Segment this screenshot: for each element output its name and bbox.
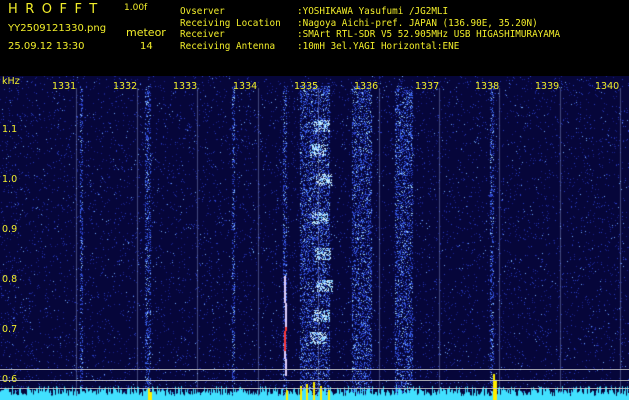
station-info: Ovserver :YOSHIKAWA Yasufumi /JG2MLI Rece… [180,6,560,52]
date-time: 25.09.12 13:30 [8,41,85,52]
reference-line [0,388,629,389]
meteor-label: meteor [126,26,166,39]
file-name: YY2509121330.png [8,23,107,34]
x-tick-label: 1334 [233,81,258,92]
y-tick-label: 1.1 [2,124,18,135]
app-title: HROFFT [8,2,105,17]
y-tick-label: 0.9 [2,224,18,235]
header-panel: HROFFT 1.00f YY2509121330.png meteor 25.… [0,0,629,76]
x-tick-label: 1339 [535,81,560,92]
info-row-antenna: Receiving Antenna :10mH 3el.YAGI Horizont… [180,41,560,53]
reference-line [0,369,629,370]
x-tick-label: 1331 [52,81,77,92]
x-tick-label: 1333 [173,81,198,92]
x-tick-label: 1338 [475,81,500,92]
x-tick-label: 1340 [595,81,620,92]
spectrogram-canvas [0,76,629,400]
y-axis-unit: kHz [2,76,20,87]
info-key: Ovserver [180,6,225,17]
x-tick-label: 1335 [294,81,319,92]
reference-line [0,380,629,381]
meteor-count: 14 [140,41,153,52]
y-tick-label: 0.7 [2,324,18,335]
info-key: Receiving Antenna [180,40,276,52]
y-tick-label: 0.8 [2,274,18,285]
x-tick-label: 1336 [354,81,379,92]
app-version: 1.00f [124,3,148,13]
info-value: :SMArt RTL-SDR V5 52.905MHz USB HIGASHIM… [297,29,561,40]
info-key: Receiving Location [180,17,281,29]
info-row-receiver: Receiver :SMArt RTL-SDR V5 52.905MHz USB … [180,29,560,41]
info-row-observer: Ovserver :YOSHIKAWA Yasufumi /JG2MLI [180,6,560,18]
info-value: :YOSHIKAWA Yasufumi /JG2MLI [297,6,449,17]
info-key: Receiver [180,29,225,40]
x-tick-label: 1332 [113,81,138,92]
y-tick-label: 1.0 [2,174,18,185]
spectrogram-panel: kHz 1331 1332 1333 1334 1335 1336 1337 1… [0,76,629,400]
info-value: :Nagoya Aichi-pref. JAPAN (136.90E, 35.2… [297,17,538,29]
x-tick-label: 1337 [415,81,440,92]
info-value: :10mH 3el.YAGI Horizontal:ENE [297,40,460,52]
info-row-location: Receiving Location :Nagoya Aichi-pref. JA… [180,18,560,30]
